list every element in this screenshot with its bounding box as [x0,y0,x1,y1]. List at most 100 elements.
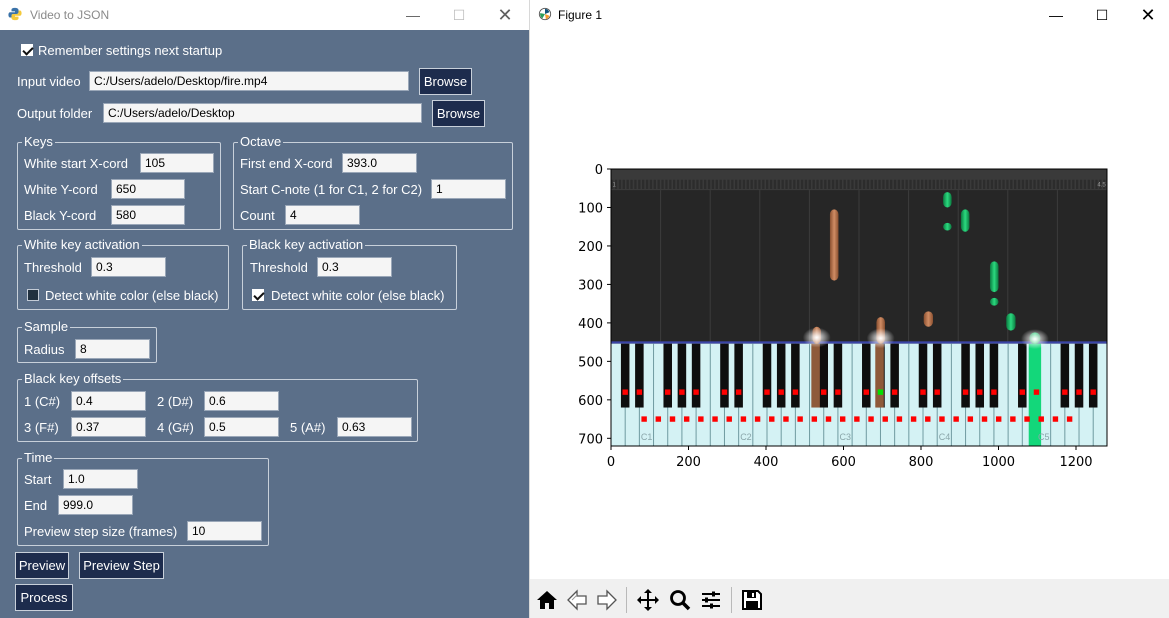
white-sample-point [698,416,704,422]
x-tick-label: 0 [607,455,615,470]
timeline-tick [835,179,839,190]
black-sample-point [877,389,884,395]
white-sample-point [797,416,803,422]
white-threshold-label: Threshold [24,260,82,275]
white-y-field[interactable] [111,179,185,199]
black-key [1074,343,1084,408]
black-detect-checkbox[interactable] [252,289,264,301]
f-sharp-field[interactable] [71,417,146,437]
timeline-tick [816,179,819,190]
timeline-tick [820,179,823,190]
timeline-tick [777,179,780,190]
white-detect-checkbox[interactable] [27,289,39,301]
maximize-button[interactable]: ☐ [436,0,482,30]
falling-note [989,297,999,306]
d-sharp-label: 2 (D#) [157,394,194,409]
black-sample-point [863,389,869,395]
start-field[interactable] [63,469,138,489]
preview-step-button[interactable]: Preview Step [79,552,164,579]
falling-note [1006,313,1016,331]
black-key [890,343,899,408]
black-key [691,343,701,408]
timeline-tick [1037,179,1040,190]
black-threshold-field[interactable] [317,257,392,277]
timeline-tick [913,179,916,190]
g-sharp-field[interactable] [204,417,279,437]
black-key [762,343,772,408]
radius-field[interactable] [75,339,150,359]
step-size-field[interactable] [187,521,262,541]
timeline-tick [715,179,718,190]
timeline-tick [766,179,769,190]
remember-settings-checkbox[interactable] [21,44,33,56]
toolbar-separator [626,587,627,613]
white-sample-point [1052,416,1059,422]
timeline-tick [684,179,687,190]
close-button[interactable]: ✕ [482,0,528,30]
falling-note [989,261,999,293]
minimize-button[interactable]: — [390,0,436,30]
preview-button[interactable]: Preview [15,552,69,579]
configure-icon[interactable] [697,586,725,614]
save-icon[interactable] [738,586,766,614]
start-c-note-field[interactable] [431,179,506,199]
timeline-tick [735,179,738,190]
timeline-mark: 4.5 [1097,182,1106,188]
timeline-tick [727,179,730,190]
black-key [1088,343,1098,408]
forward-icon[interactable] [593,586,621,614]
timeline-tick [723,179,726,190]
white-threshold-field[interactable] [91,257,166,277]
timeline-tick [665,179,668,190]
black-key [1018,343,1027,408]
timeline-tick [847,179,850,190]
first-end-field[interactable] [342,153,417,173]
black-sample-point [1019,389,1026,395]
timeline-tick [1064,179,1067,190]
end-field[interactable] [58,495,133,515]
process-button[interactable]: Process [15,584,73,611]
octave-label: C3 [839,432,851,442]
remember-settings-label: Remember settings next startup [38,43,223,58]
c-sharp-field[interactable] [71,391,146,411]
back-icon[interactable] [563,586,591,614]
output-browse-button[interactable]: Browse [432,100,485,127]
d-sharp-field[interactable] [204,391,279,411]
black-y-field[interactable] [111,205,185,225]
white-start-field[interactable] [140,153,214,173]
count-field[interactable] [285,205,360,225]
input-browse-button[interactable]: Browse [419,68,472,95]
timeline-tick [917,179,920,190]
navigation-toolbar [530,579,1169,618]
black-key [975,343,985,408]
pan-icon[interactable] [634,586,662,614]
white-sample-point [981,416,988,422]
timeline-tick [1083,179,1087,190]
zoom-icon[interactable] [666,586,694,614]
white-sample-point [811,416,818,422]
black-sample-point [1033,389,1040,395]
end-label: End [24,498,48,513]
black-sample-point [891,389,898,395]
first-end-label: First end X-cord [240,156,333,171]
timeline-tick [859,179,862,190]
y-tick-label: 700 [578,432,603,447]
black-key [635,343,644,408]
input-video-field[interactable] [89,71,409,91]
white-sample-point [712,416,718,422]
timeline-tick [804,179,808,190]
white-sample-point [726,416,732,422]
f-sharp-label: 3 (F#) [24,420,59,435]
timeline-tick [700,179,703,190]
timeline-tick [882,179,885,190]
a-sharp-field[interactable] [337,417,412,437]
output-folder-field[interactable] [103,103,422,123]
active-black-key [811,343,820,408]
toolbar-separator [731,587,732,613]
video-frame-image: C1 C2 C3 C4 C51 4.5 [610,169,1108,446]
a-sharp-label: 5 (A#) [290,420,326,435]
home-icon[interactable] [533,586,561,614]
black-sample-point [735,389,742,395]
x-tick-label: 200 [676,455,701,470]
white-sample-point [882,416,888,422]
